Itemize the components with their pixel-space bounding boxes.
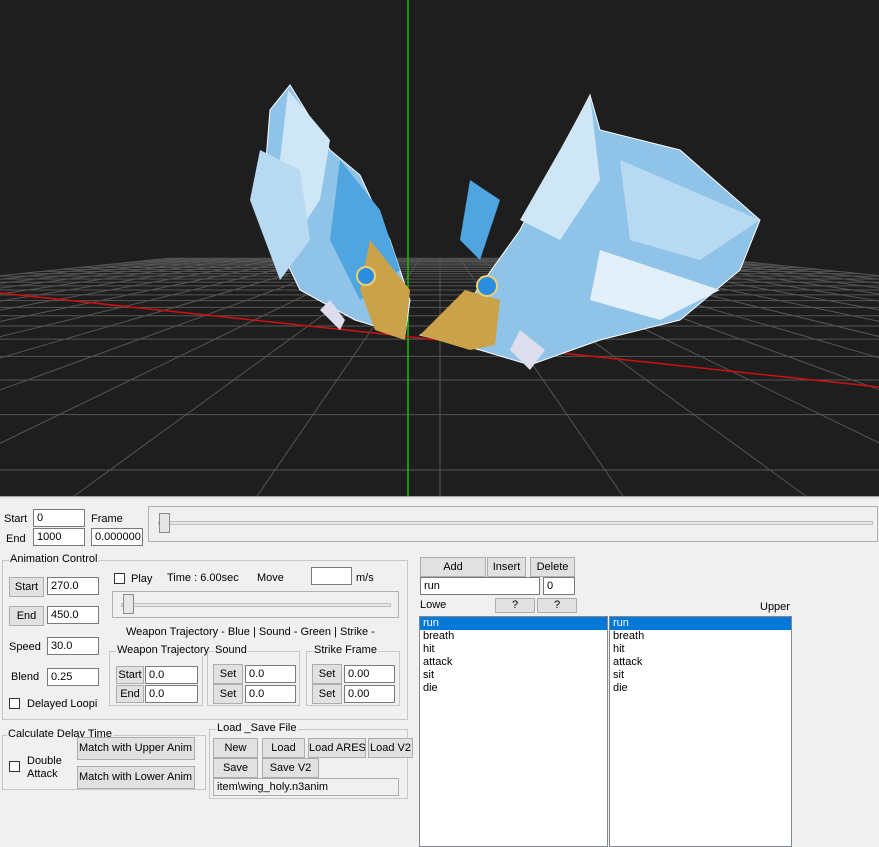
3d-viewport[interactable]: [0, 0, 879, 496]
move-label: Move: [257, 572, 284, 584]
double-attack-label-1: Double: [27, 755, 62, 767]
play-label: Play: [131, 573, 153, 585]
list-item[interactable]: hit: [420, 643, 607, 656]
move-field[interactable]: [311, 567, 352, 585]
left-wing-model: [250, 84, 411, 340]
timeline-end-label: End: [6, 533, 26, 545]
strike-set-2-field[interactable]: 0.00: [344, 685, 395, 703]
sound-set-1-button[interactable]: Set: [213, 664, 243, 684]
anim-slider-thumb[interactable]: [123, 594, 134, 614]
anim-name-field[interactable]: run: [420, 577, 540, 595]
anim-end-button[interactable]: End: [9, 606, 44, 626]
load-save-title: Load _Save File: [216, 722, 298, 734]
delete-button[interactable]: Delete: [530, 557, 575, 577]
list-item[interactable]: hit: [610, 643, 791, 656]
frame-slider-thumb[interactable]: [159, 513, 170, 533]
delayed-loop-label: Delayed Loopi: [27, 698, 98, 710]
help-button-1[interactable]: ?: [495, 598, 535, 613]
strike-frame-title: Strike Frame: [313, 644, 378, 656]
help-button-2[interactable]: ?: [537, 598, 577, 613]
load-ares-button[interactable]: Load ARES: [308, 738, 366, 758]
lower-anim-list[interactable]: run breath hit attack sit die: [419, 616, 608, 847]
play-checkbox[interactable]: [114, 573, 125, 584]
lower-label: Lowe: [420, 599, 447, 611]
frame-label: Frame: [91, 513, 123, 525]
anim-start-field[interactable]: 270.0: [47, 577, 99, 595]
sound-set-2-field[interactable]: 0.0: [245, 685, 296, 703]
animation-control-title: Animation Control: [9, 553, 99, 565]
save-button[interactable]: Save: [213, 758, 258, 778]
right-wing-model: [418, 93, 761, 370]
load-v2-button[interactable]: Load V2: [368, 738, 413, 758]
weapon-trajectory-title: Weapon Trajectory: [116, 644, 211, 656]
match-upper-button[interactable]: Match with Upper Anim: [77, 737, 195, 760]
legend-text: Weapon Trajectory - Blue | Sound - Green…: [126, 626, 375, 638]
list-item[interactable]: run: [420, 617, 607, 630]
new-button[interactable]: New: [213, 738, 258, 758]
trajectory-end-button[interactable]: End: [116, 685, 144, 703]
list-item[interactable]: breath: [610, 630, 791, 643]
anim-slider-track[interactable]: [121, 603, 391, 607]
file-path-field[interactable]: item\wing_holy.n3anim: [213, 778, 399, 796]
delayed-loop-checkbox[interactable]: [9, 698, 20, 709]
trajectory-start-button[interactable]: Start: [116, 666, 144, 684]
upper-label: Upper: [760, 601, 790, 613]
viewport-scene: [0, 0, 879, 496]
add-button[interactable]: Add: [420, 557, 486, 577]
strike-set-2-button[interactable]: Set: [312, 684, 342, 704]
list-item[interactable]: sit: [420, 669, 607, 682]
double-attack-checkbox[interactable]: [9, 761, 20, 772]
speed-field[interactable]: 30.0: [47, 637, 99, 655]
list-item[interactable]: die: [420, 682, 607, 695]
anim-end-field[interactable]: 450.0: [47, 606, 99, 624]
save-v2-button[interactable]: Save V2: [262, 758, 319, 778]
list-item[interactable]: breath: [420, 630, 607, 643]
blend-label: Blend: [11, 671, 40, 683]
trajectory-end-field[interactable]: 0.0: [145, 685, 198, 703]
sound-set-1-field[interactable]: 0.0: [245, 665, 296, 683]
load-button[interactable]: Load: [262, 738, 305, 758]
move-unit-label: m/s: [356, 572, 374, 584]
splitter-bar[interactable]: [0, 496, 879, 499]
timeline-start-field[interactable]: 0: [33, 509, 85, 527]
anim-start-button[interactable]: Start: [9, 577, 44, 597]
list-item[interactable]: die: [610, 682, 791, 695]
timeline-start-label: Start: [4, 513, 28, 525]
time-label: Time : 6.00sec: [167, 572, 239, 584]
list-item[interactable]: run: [610, 617, 791, 630]
blend-field[interactable]: 0.25: [47, 668, 99, 686]
trajectory-start-field[interactable]: 0.0: [145, 666, 198, 684]
frame-field[interactable]: 0.000000: [91, 528, 143, 546]
upper-anim-list[interactable]: run breath hit attack sit die: [609, 616, 792, 847]
anim-index-field[interactable]: 0: [543, 577, 575, 595]
strike-set-1-field[interactable]: 0.00: [344, 665, 395, 683]
list-item[interactable]: attack: [420, 656, 607, 669]
sound-set-2-button[interactable]: Set: [213, 684, 243, 704]
insert-button[interactable]: Insert: [487, 557, 526, 577]
frame-slider-track[interactable]: [158, 521, 873, 525]
timeline-end-field[interactable]: 1000: [33, 528, 85, 546]
double-attack-label-2: Attack: [27, 768, 58, 780]
match-lower-button[interactable]: Match with Lower Anim: [77, 766, 195, 789]
speed-label: Speed: [9, 641, 41, 653]
ground-grid: [0, 257, 879, 496]
sound-title: Sound: [214, 644, 248, 656]
list-item[interactable]: attack: [610, 656, 791, 669]
list-item[interactable]: sit: [610, 669, 791, 682]
strike-set-1-button[interactable]: Set: [312, 664, 342, 684]
